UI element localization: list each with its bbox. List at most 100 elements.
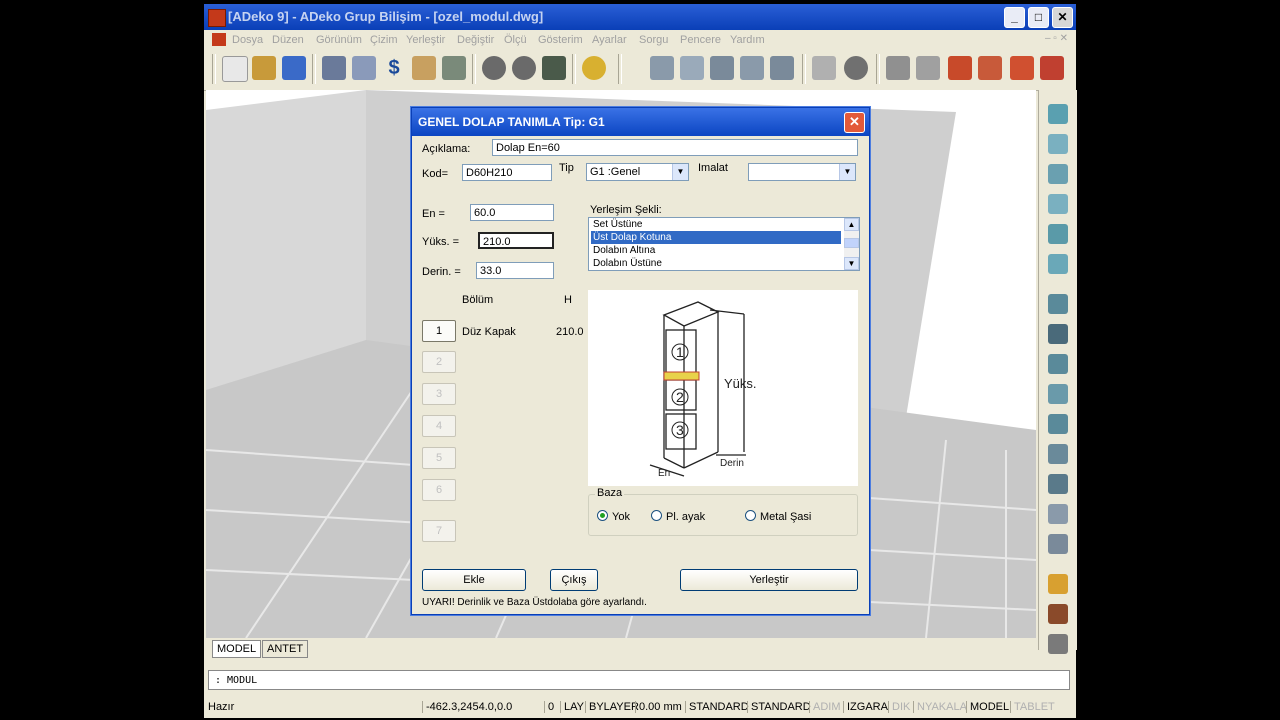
- pipe-icon[interactable]: [1048, 634, 1068, 654]
- status-dik[interactable]: DIK: [888, 701, 910, 713]
- scroll-thumb[interactable]: [844, 238, 859, 248]
- tall-cabinet-icon[interactable]: [1048, 164, 1068, 184]
- cooktop-icon[interactable]: [1048, 444, 1068, 464]
- menu-degistir[interactable]: Değiştir: [457, 34, 494, 46]
- menu-pencere[interactable]: Pencere: [680, 34, 721, 46]
- baza-yok-radio[interactable]: Yok: [597, 510, 630, 523]
- menu-cizim[interactable]: Çizim: [370, 34, 398, 46]
- render-icon[interactable]: [442, 56, 466, 80]
- light-icon[interactable]: [1048, 574, 1068, 594]
- status-linewidth[interactable]: 0.00 mm: [635, 701, 682, 713]
- zoom-icon[interactable]: [650, 56, 674, 80]
- zoom-window-icon[interactable]: [710, 56, 734, 80]
- yerlesim-option-selected[interactable]: Üst Dolap Kotuna: [591, 231, 841, 244]
- radio-icon[interactable]: [745, 510, 756, 521]
- radio-icon[interactable]: [651, 510, 662, 521]
- ekle-button[interactable]: Ekle: [422, 569, 526, 591]
- drawer-unit-icon[interactable]: [1048, 224, 1068, 244]
- menu-sorgu[interactable]: Sorgu: [639, 34, 668, 46]
- wireframe-icon[interactable]: [886, 56, 910, 80]
- save-icon[interactable]: [282, 56, 306, 80]
- yerlestir-button[interactable]: Yerleştir: [680, 569, 858, 591]
- shaded-icon[interactable]: [948, 56, 972, 80]
- tab-model[interactable]: MODEL: [212, 640, 262, 658]
- status-tablet[interactable]: TABLET: [1010, 701, 1055, 713]
- undo-icon[interactable]: [482, 56, 506, 80]
- menu-yardim[interactable]: Yardım: [730, 34, 765, 46]
- plinth-icon[interactable]: [1048, 534, 1068, 554]
- close-button[interactable]: ✕: [1052, 7, 1073, 28]
- status-model[interactable]: MODEL: [966, 701, 1009, 713]
- section-7-button[interactable]: 7: [422, 520, 456, 542]
- tip-select[interactable]: G1 :Genel ▼: [586, 163, 689, 181]
- realistic-icon[interactable]: [1040, 56, 1064, 80]
- fridge-icon[interactable]: [1048, 384, 1068, 404]
- chevron-down-icon[interactable]: ▼: [839, 164, 855, 180]
- door-icon[interactable]: [1048, 604, 1068, 624]
- cikis-button[interactable]: Çıkış: [550, 569, 598, 591]
- baza-metal-sasi-radio[interactable]: Metal Şasi: [745, 510, 811, 523]
- pan-icon[interactable]: [680, 56, 704, 80]
- tab-antet[interactable]: ANTET: [262, 640, 309, 658]
- menu-duzen[interactable]: Düzen: [272, 34, 304, 46]
- title-bar[interactable]: [ADeko 9] - ADeko Grup Bilişim - [ozel_m…: [204, 4, 1076, 30]
- scroll-up-icon[interactable]: ▲: [844, 218, 859, 231]
- open-folder-icon[interactable]: [252, 56, 276, 80]
- hidden-line-icon[interactable]: [916, 56, 940, 80]
- derin-input[interactable]: 33.0: [476, 262, 554, 279]
- hood-icon[interactable]: [1048, 354, 1068, 374]
- countertop-icon[interactable]: [1048, 504, 1068, 524]
- command-line[interactable]: : MODUL: [208, 670, 1070, 690]
- chevron-down-icon[interactable]: ▼: [672, 164, 688, 180]
- document-icon[interactable]: [212, 33, 226, 46]
- zoom-all-icon[interactable]: [770, 56, 794, 80]
- section-6-button[interactable]: 6: [422, 479, 456, 501]
- aciklama-input[interactable]: Dolap En=60: [492, 139, 858, 156]
- en-input[interactable]: 60.0: [470, 204, 554, 221]
- kod-input[interactable]: D60H210: [462, 164, 552, 181]
- dialog-title-bar[interactable]: GENEL DOLAP TANIMLA Tip: G1 ✕: [412, 108, 869, 136]
- menu-yerlestir[interactable]: Yerleştir: [406, 34, 445, 46]
- maximize-button[interactable]: □: [1028, 7, 1049, 28]
- status-standard-2[interactable]: STANDARD: [747, 701, 811, 713]
- status-nyakala[interactable]: NYAKALA: [913, 701, 967, 713]
- accessory-icon[interactable]: [1048, 474, 1068, 494]
- oven-icon[interactable]: [1048, 324, 1068, 344]
- menu-dosya[interactable]: Dosya: [232, 34, 263, 46]
- minimize-button[interactable]: _: [1004, 7, 1025, 28]
- mdi-window-controls[interactable]: – ▫ ✕: [1045, 33, 1068, 44]
- yerlesim-listbox[interactable]: Set Üstüne Üst Dolap Kotuna Dolabın Altı…: [588, 217, 860, 271]
- sink-icon[interactable]: [1048, 414, 1068, 434]
- status-standard-1[interactable]: STANDARD: [685, 701, 749, 713]
- baza-plastik-ayak-radio[interactable]: Pl. ayak: [651, 510, 705, 523]
- dialog-close-button[interactable]: ✕: [844, 112, 865, 133]
- report-icon[interactable]: [412, 56, 436, 80]
- radio-selected-icon[interactable]: [597, 510, 608, 521]
- menu-gorunum[interactable]: Görünüm: [316, 34, 362, 46]
- scroll-down-icon[interactable]: ▼: [844, 257, 859, 270]
- view-icon[interactable]: [812, 56, 836, 80]
- yerlesim-option[interactable]: Dolabın Altına: [591, 244, 841, 257]
- menu-gosterim[interactable]: Gösterim: [538, 34, 583, 46]
- zoom-previous-icon[interactable]: [740, 56, 764, 80]
- listbox-scrollbar[interactable]: ▲ ▼: [844, 218, 859, 270]
- help-icon[interactable]: [582, 56, 606, 80]
- menu-ayarlar[interactable]: Ayarlar: [592, 34, 627, 46]
- status-lay[interactable]: LAY: [560, 701, 584, 713]
- redo-icon[interactable]: [512, 56, 536, 80]
- check-icon[interactable]: [542, 56, 566, 80]
- status-adim[interactable]: ADIM: [809, 701, 841, 713]
- material-icon[interactable]: [1010, 56, 1034, 80]
- yerlesim-option[interactable]: Dolabın Üstüne: [591, 257, 841, 270]
- yuks-input[interactable]: 210.0: [478, 232, 554, 249]
- wall-cabinet-icon[interactable]: [1048, 134, 1068, 154]
- status-izgara[interactable]: IZGARA: [843, 701, 888, 713]
- appliance-icon[interactable]: [1048, 294, 1068, 314]
- status-bylayer[interactable]: BYLAYER: [585, 701, 639, 713]
- section-4-button[interactable]: 4: [422, 415, 456, 437]
- menu-olcu[interactable]: Ölçü: [504, 34, 527, 46]
- section-3-button[interactable]: 3: [422, 383, 456, 405]
- status-layer-number[interactable]: 0: [544, 701, 554, 713]
- section-5-button[interactable]: 5: [422, 447, 456, 469]
- section-2-button[interactable]: 2: [422, 351, 456, 373]
